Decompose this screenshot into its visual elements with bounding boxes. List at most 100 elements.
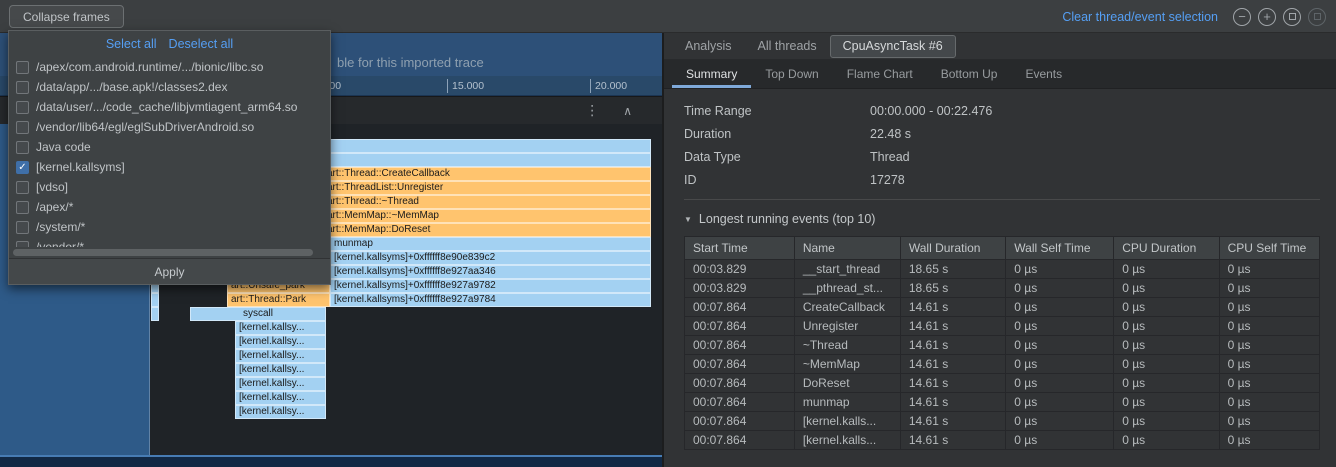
timeline-minimap-strip[interactable] — [0, 455, 662, 467]
filter-item[interactable]: /apex/com.android.runtime/.../bionic/lib… — [9, 57, 330, 77]
checkbox[interactable]: ✓ — [16, 161, 29, 174]
popup-links-row: Select all Deselect all — [9, 31, 330, 57]
event-row[interactable]: 00:07.864 DoReset 14.61 s 0 µs 0 µs 0 µs — [685, 374, 1320, 393]
flame-frame[interactable]: art::MemMap::~MemMap — [323, 209, 651, 223]
flame-frame[interactable]: [kernel.kallsy... — [235, 363, 326, 377]
checkbox[interactable] — [16, 61, 29, 74]
column-header[interactable]: CPU Self Time — [1219, 237, 1319, 260]
details-subtab[interactable]: Summary — [672, 60, 751, 88]
filter-item[interactable]: [vdso] — [9, 177, 330, 197]
flame-frame[interactable]: munmap — [330, 237, 651, 251]
flame-frame[interactable]: [kernel.kallsy... — [235, 405, 326, 419]
event-row[interactable]: 00:07.864 ~MemMap 14.61 s 0 µs 0 µs 0 µs — [685, 355, 1320, 374]
trace-notice-text: ble for this imported trace — [337, 55, 484, 70]
details-subtab[interactable]: Top Down — [751, 60, 832, 88]
event-row[interactable]: 00:07.864 [kernel.kalls... 14.61 s 0 µs … — [685, 431, 1320, 450]
checkbox[interactable] — [16, 241, 29, 248]
filter-item[interactable]: /data/user/.../code_cache/libjvmtiagent_… — [9, 97, 330, 117]
details-subtab[interactable]: Bottom Up — [927, 60, 1012, 88]
column-header[interactable]: Wall Self Time — [1006, 237, 1114, 260]
scrollbar-thumb[interactable] — [13, 249, 313, 256]
column-header[interactable]: Start Time — [685, 237, 795, 260]
filter-item[interactable]: /system/* — [9, 217, 330, 237]
summary-row: Data Type Thread — [684, 145, 1320, 168]
top-toolbar: Collapse frames Clear thread/event selec… — [0, 0, 1336, 33]
event-row[interactable]: 00:07.864 CreateCallback 14.61 s 0 µs 0 … — [685, 298, 1320, 317]
checkbox[interactable] — [16, 181, 29, 194]
summary-value: Thread — [870, 150, 910, 164]
event-cpu-self-time: 0 µs — [1219, 317, 1319, 336]
event-cpu-duration: 0 µs — [1114, 317, 1219, 336]
details-tab[interactable]: All threads — [745, 33, 830, 60]
track-options-kebab-icon[interactable]: ⋮ — [585, 102, 599, 119]
zoom-to-selection-icon[interactable] — [1308, 8, 1326, 26]
flame-frame[interactable]: art::Thread::CreateCallback — [323, 167, 651, 181]
flame-frame[interactable]: [kernel.kallsy... — [235, 349, 326, 363]
checkbox[interactable] — [16, 221, 29, 234]
flame-frame[interactable]: art::ThreadList::Unregister — [323, 181, 651, 195]
flame-frame[interactable]: art::Thread::Park — [227, 293, 330, 307]
flame-frame[interactable]: [kernel.kallsy... — [235, 321, 326, 335]
apply-button[interactable]: Apply — [9, 258, 330, 284]
filter-item[interactable]: /apex/* — [9, 197, 330, 217]
flame-frame[interactable]: [kernel.kallsyms]+0xffffff8e927aa346 — [330, 265, 651, 279]
event-row[interactable]: 00:07.864 Unregister 14.61 s 0 µs 0 µs 0… — [685, 317, 1320, 336]
event-row[interactable]: 00:03.829 __start_thread 18.65 s 0 µs 0 … — [685, 260, 1320, 279]
event-row[interactable]: 00:03.829 __pthread_st... 18.65 s 0 µs 0… — [685, 279, 1320, 298]
horizontal-scrollbar — [13, 248, 326, 257]
collapse-track-icon[interactable]: ∧ — [623, 104, 632, 118]
flame-frame[interactable]: art::MemMap::DoReset — [323, 223, 651, 237]
checkbox[interactable] — [16, 201, 29, 214]
event-start-time: 00:07.864 — [685, 374, 795, 393]
filter-item[interactable]: /vendor/lib64/egl/eglSubDriverAndroid.so — [9, 117, 330, 137]
flame-frame[interactable]: [kernel.kallsyms]+0xffffff8e927a9784 — [330, 293, 651, 307]
flame-frame[interactable]: [kernel.kallsy... — [235, 377, 326, 391]
event-name: __start_thread — [794, 260, 900, 279]
event-cpu-duration: 0 µs — [1114, 412, 1219, 431]
details-tab[interactable]: Analysis — [672, 33, 745, 60]
event-row[interactable]: 00:07.864 ~Thread 14.61 s 0 µs 0 µs 0 µs — [685, 336, 1320, 355]
zoom-out-icon[interactable]: − — [1233, 8, 1251, 26]
flame-frame[interactable]: [kernel.kallsy... — [235, 335, 326, 349]
filter-item[interactable]: /vendor/* — [9, 237, 330, 247]
deselect-all-link[interactable]: Deselect all — [169, 37, 234, 51]
event-row[interactable]: 00:07.864 [kernel.kalls... 14.61 s 0 µs … — [685, 412, 1320, 431]
details-pane: Analysis All threads CpuAsyncTask #6 Sum… — [664, 33, 1336, 467]
details-subtab[interactable]: Events — [1011, 60, 1076, 88]
details-subtab[interactable]: Flame Chart — [833, 60, 927, 88]
filter-item[interactable]: Java code — [9, 137, 330, 157]
checkbox[interactable] — [16, 121, 29, 134]
checkbox[interactable] — [16, 81, 29, 94]
flame-frame[interactable]: art::Thread::~Thread — [323, 195, 651, 209]
event-wall-duration: 18.65 s — [900, 260, 1005, 279]
event-cpu-self-time: 0 µs — [1219, 336, 1319, 355]
filter-item-label: /apex/com.android.runtime/.../bionic/lib… — [36, 60, 263, 74]
flame-frame[interactable]: syscall — [190, 307, 326, 321]
zoom-in-icon[interactable]: + — [1258, 8, 1276, 26]
event-name: DoReset — [794, 374, 900, 393]
checkbox[interactable] — [16, 101, 29, 114]
collapse-frames-button[interactable]: Collapse frames — [9, 5, 124, 28]
flame-frame[interactable] — [151, 307, 159, 321]
flame-frame[interactable] — [151, 293, 159, 307]
details-tab[interactable]: CpuAsyncTask #6 — [830, 35, 956, 58]
event-start-time: 00:07.864 — [685, 317, 795, 336]
event-cpu-duration: 0 µs — [1114, 355, 1219, 374]
column-header[interactable]: Name — [794, 237, 900, 260]
longest-events-section-header[interactable]: ▼ Longest running events (top 10) — [684, 212, 1320, 226]
clear-selection-link[interactable]: Clear thread/event selection — [1062, 10, 1218, 24]
event-row[interactable]: 00:07.864 munmap 14.61 s 0 µs 0 µs 0 µs — [685, 393, 1320, 412]
flame-frame[interactable]: [kernel.kallsy... — [235, 391, 326, 405]
event-cpu-duration: 0 µs — [1114, 260, 1219, 279]
column-header[interactable]: Wall Duration — [900, 237, 1005, 260]
flame-frame[interactable]: [kernel.kallsyms]+0xffffff8e927a9782 — [330, 279, 651, 293]
flame-frame[interactable]: [kernel.kallsyms]+0xffffff8e90e839c2 — [330, 251, 651, 265]
column-header[interactable]: CPU Duration — [1114, 237, 1219, 260]
filter-item[interactable]: /data/app/.../base.apk!/classes2.dex — [9, 77, 330, 97]
reset-zoom-icon[interactable] — [1283, 8, 1301, 26]
event-name: __pthread_st... — [794, 279, 900, 298]
checkbox[interactable] — [16, 141, 29, 154]
event-wall-self-time: 0 µs — [1006, 260, 1114, 279]
filter-item[interactable]: ✓ [kernel.kallsyms] — [9, 157, 330, 177]
select-all-link[interactable]: Select all — [106, 37, 157, 51]
